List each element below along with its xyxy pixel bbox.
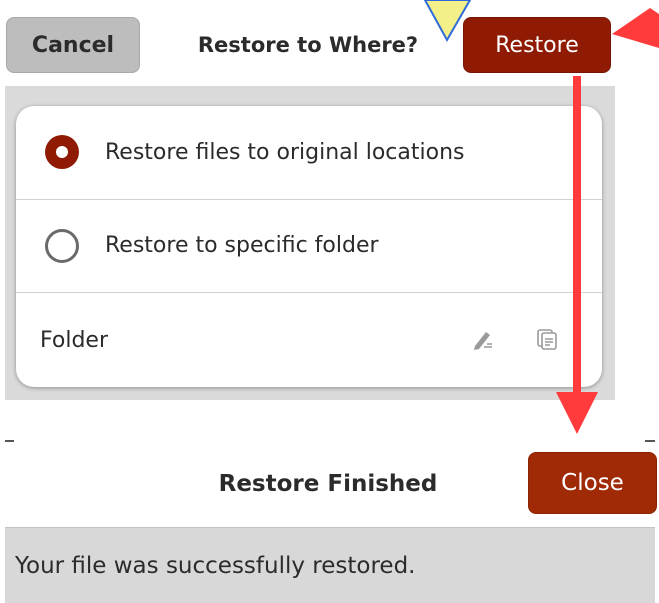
screenshot-canvas: Cancel Restore to Where? Restore Restore… bbox=[0, 0, 659, 603]
message-bar: Your file was successfully restored. bbox=[5, 527, 655, 603]
finished-dialog-title: Restore Finished bbox=[218, 471, 438, 497]
copy-icon[interactable] bbox=[532, 324, 562, 354]
restore-dialog-title: Restore to Where? bbox=[197, 33, 419, 57]
restore-options-card: Restore files to original locations Rest… bbox=[16, 106, 602, 387]
option-label: Restore to specific folder bbox=[105, 233, 379, 258]
folder-row: Folder bbox=[16, 292, 602, 387]
restore-button[interactable]: Restore bbox=[463, 17, 611, 73]
close-button[interactable]: Close bbox=[528, 452, 657, 514]
radio-unchecked-icon[interactable] bbox=[45, 228, 79, 263]
radio-checked-icon[interactable] bbox=[45, 135, 79, 169]
success-message: Your file was successfully restored. bbox=[15, 552, 416, 579]
arrow-to-restore-icon bbox=[612, 8, 659, 48]
edit-icon[interactable] bbox=[468, 324, 498, 354]
option-original-locations[interactable]: Restore files to original locations bbox=[16, 106, 602, 198]
folder-label: Folder bbox=[40, 327, 108, 353]
option-label: Restore files to original locations bbox=[105, 139, 465, 165]
option-specific-folder[interactable]: Restore to specific folder bbox=[16, 199, 602, 291]
cancel-button[interactable]: Cancel bbox=[6, 17, 140, 73]
